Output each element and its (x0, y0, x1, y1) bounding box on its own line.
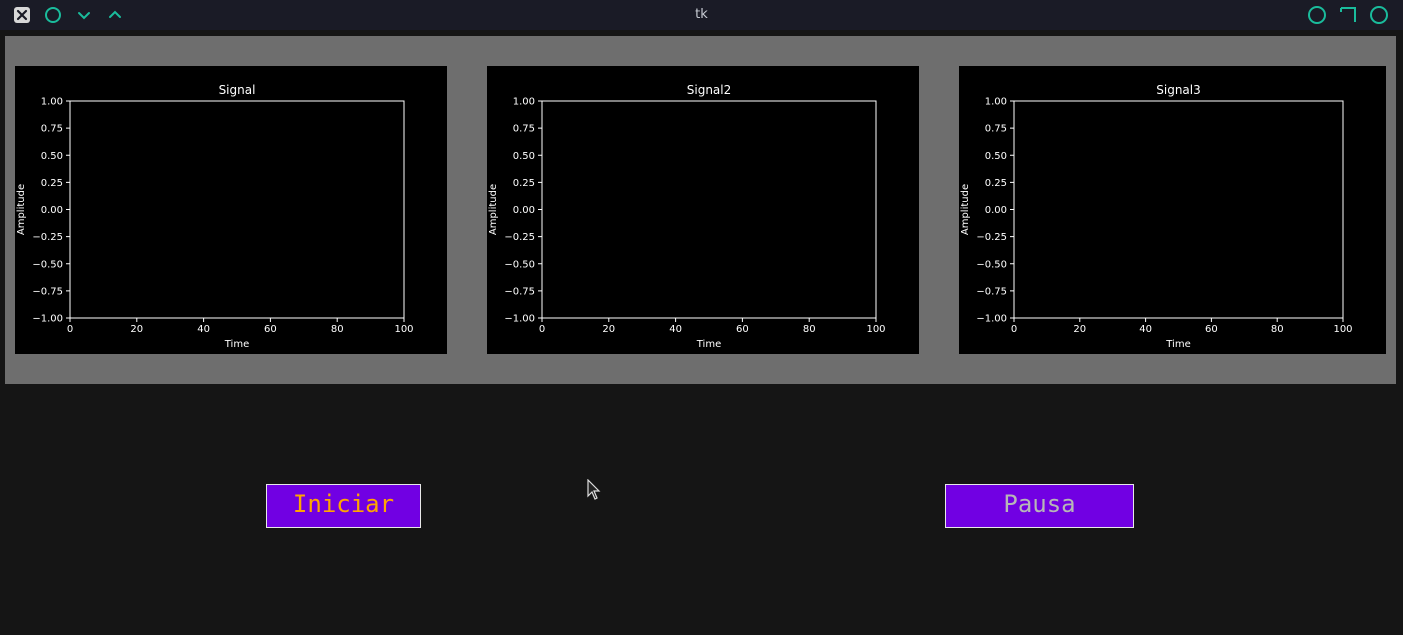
y-tick-label: 0.75 (41, 124, 63, 135)
y-tick-label: −0.25 (32, 232, 63, 243)
y-tick-label: −0.75 (32, 286, 63, 297)
plot-frame (541, 100, 877, 319)
x-tick-label: 0 (539, 324, 545, 335)
pause-button[interactable]: Pausa (945, 484, 1134, 528)
signal3-chart: Signal3 Time Amplitude 0 20 40 60 80 100 −1.00 −0.… (959, 66, 1386, 354)
x-tick-label: 40 (1139, 324, 1152, 335)
x-tick-label: 60 (736, 324, 749, 335)
y-tick-label: −0.25 (976, 232, 1007, 243)
x-tick-label: 80 (331, 324, 344, 335)
chart-svg: Signal3 Time Amplitude 0 20 40 60 80 100 −1.00 −0.… (960, 83, 1353, 350)
x-tick-label: 40 (197, 324, 210, 335)
y-tick-label: 0.50 (985, 151, 1007, 162)
window-title: tk (695, 7, 708, 22)
y-tick-label: −0.25 (504, 232, 535, 243)
y-tick-label: 1.00 (41, 97, 63, 108)
y-tick-label: 0.25 (985, 178, 1007, 189)
x-tick-label: 100 (394, 324, 413, 335)
chart-title: Signal3 (1156, 83, 1201, 97)
y-tick-label: 0.75 (513, 124, 535, 135)
y-tick-label: 0.25 (513, 178, 535, 189)
y-tick-label: 0.50 (41, 151, 63, 162)
signal2-chart: Signal2 Time Amplitude 0 20 40 60 80 100 −1.00 −0.… (487, 66, 919, 354)
chart-svg: Signal Time Amplitude 0 20 40 60 80 100 −1.00 −0.7… (16, 83, 414, 350)
corner-icon[interactable] (1339, 6, 1357, 24)
y-tick-label: −1.00 (504, 314, 535, 325)
circle-icon[interactable] (1307, 5, 1327, 25)
x-tick-label: 80 (803, 324, 816, 335)
y-tick-label: 0.00 (985, 205, 1007, 216)
x-tick-label: 20 (1073, 324, 1086, 335)
window-titlebar: tk (0, 0, 1403, 30)
x-axis-label: Time (696, 339, 721, 350)
x-tick-label: 0 (1011, 324, 1017, 335)
x-tick-label: 100 (1333, 324, 1352, 335)
y-tick-label: −0.50 (32, 259, 63, 270)
chart-title: Signal (219, 83, 256, 97)
plot-frame (1013, 100, 1344, 319)
y-tick-label: −0.50 (976, 259, 1007, 270)
chart-svg: Signal2 Time Amplitude 0 20 40 60 80 100 −1.00 −0.… (488, 83, 886, 350)
y-tick-label: −1.00 (976, 314, 1007, 325)
x-axis-label: Time (224, 339, 249, 350)
y-tick-label: 1.00 (985, 97, 1007, 108)
x-tick-label: 80 (1271, 324, 1284, 335)
y-tick-label: 0.00 (513, 205, 535, 216)
x-axis-label: Time (1165, 339, 1190, 350)
x-tick-label: 20 (602, 324, 615, 335)
y-tick-label: 1.00 (513, 97, 535, 108)
y-tick-label: 0.00 (41, 205, 63, 216)
plot-frame (69, 100, 405, 319)
x-tick-label: 40 (669, 324, 682, 335)
x-tick-label: 20 (130, 324, 143, 335)
y-tick-label: −0.75 (504, 286, 535, 297)
mouse-cursor-icon (587, 479, 601, 500)
chart-title: Signal2 (687, 83, 732, 97)
y-tick-label: 0.75 (985, 124, 1007, 135)
y-axis-label: Amplitude (488, 184, 499, 235)
x-tick-label: 60 (264, 324, 277, 335)
x-tick-label: 60 (1205, 324, 1218, 335)
signal-chart: Signal Time Amplitude 0 20 40 60 80 100 −1.00 −0.7… (15, 66, 447, 354)
y-axis-label: Amplitude (960, 184, 971, 235)
start-button[interactable]: Iniciar (266, 484, 421, 528)
y-tick-label: −0.50 (504, 259, 535, 270)
x-tick-label: 100 (866, 324, 885, 335)
y-tick-label: −1.00 (32, 314, 63, 325)
y-axis-label: Amplitude (16, 184, 27, 235)
x-tick-label: 0 (67, 324, 73, 335)
y-tick-label: 0.25 (41, 178, 63, 189)
y-tick-label: 0.50 (513, 151, 535, 162)
circle-icon[interactable] (1369, 5, 1389, 25)
y-tick-label: −0.75 (976, 286, 1007, 297)
